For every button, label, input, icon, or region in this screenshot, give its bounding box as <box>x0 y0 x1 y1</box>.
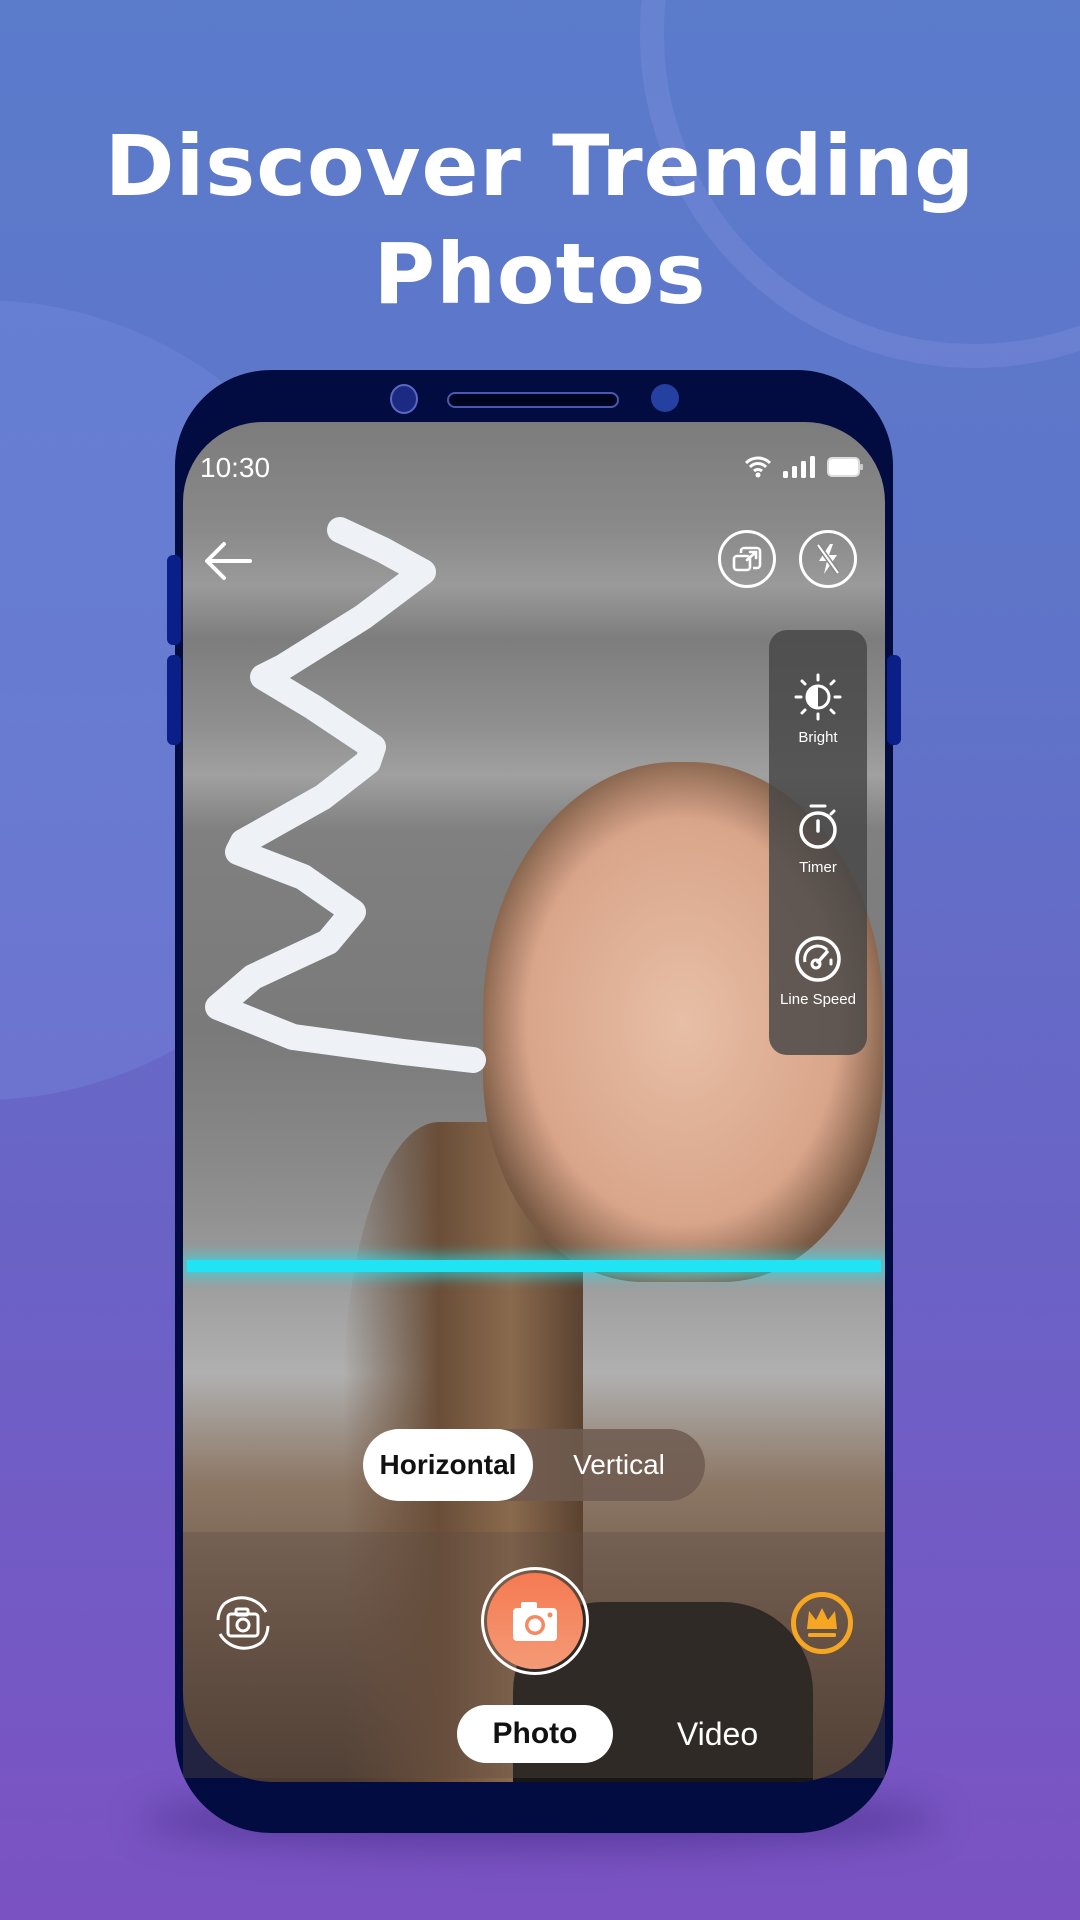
back-button[interactable] <box>202 536 254 586</box>
headline: Discover Trending Photos <box>0 112 1080 328</box>
resize-button[interactable] <box>718 530 776 588</box>
premium-button[interactable] <box>791 1592 853 1654</box>
crown-icon <box>807 1608 837 1637</box>
brightness-icon <box>794 673 842 721</box>
timer-icon <box>799 804 837 849</box>
mode-photo[interactable]: Photo <box>457 1705 613 1763</box>
power-button <box>887 655 901 745</box>
orientation-toggle: Horizontal Vertical <box>363 1429 705 1501</box>
signal-icon <box>783 456 815 478</box>
tool-timer-label: Timer <box>799 859 837 876</box>
tool-line-speed[interactable]: Line Speed <box>769 934 867 1008</box>
proximity-sensor <box>651 384 679 412</box>
wifi-icon <box>745 456 771 478</box>
headline-line-1: Discover Trending <box>104 117 976 215</box>
tools-panel: Bright Timer Line Speed <box>769 630 867 1055</box>
earpiece-speaker <box>447 392 619 408</box>
battery-icon <box>827 457 863 477</box>
mode-video[interactable]: Video <box>650 1705 785 1763</box>
tool-bright[interactable]: Bright <box>769 672 867 746</box>
tool-line-speed-label: Line Speed <box>780 991 856 1008</box>
tool-bright-label: Bright <box>798 729 838 746</box>
speedometer-icon <box>795 936 841 982</box>
shutter-button[interactable] <box>481 1567 589 1675</box>
arrow-left-icon <box>205 542 252 580</box>
status-icons <box>745 456 863 478</box>
volume-down-button <box>167 655 181 745</box>
shutter-fill <box>487 1573 583 1669</box>
tool-timer[interactable]: Timer <box>769 802 867 876</box>
flash-off-icon <box>815 543 841 575</box>
camera-icon <box>513 1602 557 1641</box>
flip-camera-icon <box>216 1596 270 1650</box>
status-time: 10:30 <box>200 452 271 483</box>
resize-window-icon <box>732 546 762 572</box>
flip-camera-button[interactable] <box>210 1590 276 1656</box>
front-camera <box>390 384 418 414</box>
volume-up-button <box>167 555 181 645</box>
orientation-horizontal[interactable]: Horizontal <box>363 1429 533 1501</box>
headline-line-2: Photos <box>373 225 707 323</box>
scan-line <box>187 1260 881 1272</box>
orientation-vertical[interactable]: Vertical <box>533 1429 705 1501</box>
flash-button[interactable] <box>799 530 857 588</box>
